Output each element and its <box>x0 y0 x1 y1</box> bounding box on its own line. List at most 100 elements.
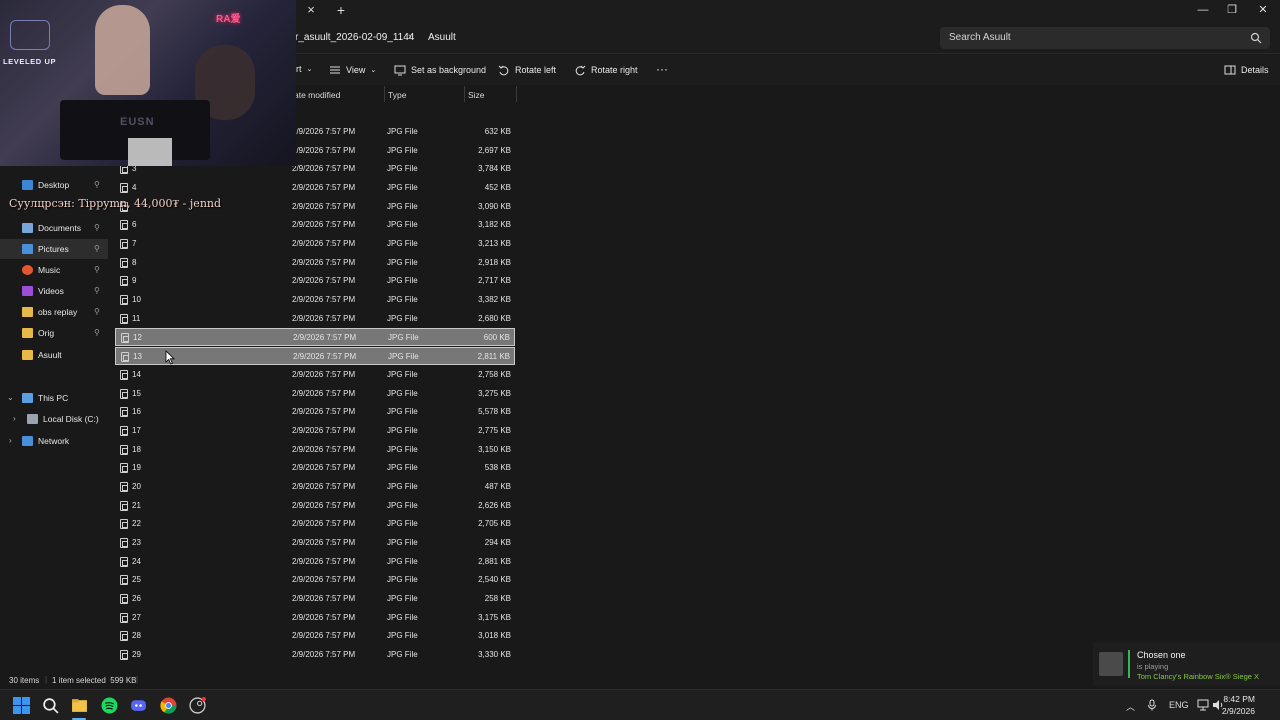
breadcrumb-current[interactable]: Asuult <box>428 32 456 43</box>
nav-item-asuult[interactable]: Asuult <box>0 345 108 365</box>
file-type: JPG File <box>387 127 418 136</box>
network-icon[interactable] <box>1197 699 1209 711</box>
nav-label: obs replay <box>38 307 78 317</box>
image-file-icon <box>120 463 128 474</box>
file-row[interactable]: 21 2/9/2026 7:57 PM JPG File 2,626 KB <box>115 497 515 515</box>
file-row[interactable]: 26 2/9/2026 7:57 PM JPG File 258 KB <box>115 590 515 608</box>
file-row[interactable]: 4 2/9/2026 7:57 PM JPG File 452 KB <box>115 179 515 197</box>
microphone-icon[interactable] <box>1147 699 1157 711</box>
view-icon <box>330 66 340 74</box>
file-row[interactable]: 8 2/9/2026 7:57 PM JPG File 2,918 KB <box>115 254 515 272</box>
rotate-left-button[interactable]: Rotate left <box>498 64 556 76</box>
sort-button[interactable]: rt ⌄ <box>296 64 312 74</box>
rotate-right-label: Rotate right <box>591 65 638 75</box>
file-size: 3,090 KB <box>478 201 511 211</box>
nav-item-documents[interactable]: Documents ⚲ <box>0 218 108 238</box>
column-type[interactable]: Type <box>388 90 406 100</box>
details-pane-icon <box>1224 65 1236 75</box>
nav-item-orig[interactable]: Orig ⚲ <box>0 323 108 343</box>
column-date-modified[interactable]: ate modified <box>294 90 340 100</box>
clock[interactable]: 8:42 PM 2/9/2026 <box>1222 693 1255 717</box>
breadcrumb-chevron-icon[interactable]: › <box>408 31 412 43</box>
nav-item-this-pc[interactable]: ⌄ This PC <box>0 388 108 408</box>
maximize-button[interactable]: ❐ <box>1224 3 1240 17</box>
file-row[interactable]: 24 2/9/2026 7:57 PM JPG File 2,881 KB <box>115 553 515 571</box>
details-button[interactable]: Details <box>1224 64 1269 76</box>
file-row[interactable]: 12 2/9/2026 7:57 PM JPG File 600 KB <box>115 328 515 347</box>
pin-icon: ⚲ <box>94 244 100 253</box>
file-row[interactable]: 6 2/9/2026 7:57 PM JPG File 3,182 KB <box>115 216 515 234</box>
show-hidden-icons-icon[interactable]: ︿ <box>1126 700 1135 713</box>
start-icon[interactable] <box>13 697 30 714</box>
nav-item-desktop[interactable]: Desktop ⚲ <box>0 175 108 195</box>
discord-icon[interactable] <box>130 697 147 714</box>
file-row[interactable]: 15 2/9/2026 7:57 PM JPG File 3,275 KB <box>115 385 515 403</box>
file-name: 29 <box>132 650 141 660</box>
file-size: 487 KB <box>484 481 511 491</box>
nav-item-local-disk[interactable]: › Local Disk (C:) <box>0 409 108 429</box>
breadcrumb-parent[interactable]: r_asuult_2026-02-09_1144 <box>295 32 414 43</box>
more-options-button[interactable]: ··· <box>656 62 668 76</box>
steam-icon[interactable] <box>189 697 206 714</box>
file-date: 2/9/2026 7:57 PM <box>292 481 356 491</box>
file-row[interactable]: 9 2/9/2026 7:57 PM JPG File 2,717 KB <box>115 272 515 290</box>
chevron-right-icon[interactable]: › <box>13 414 16 423</box>
file-row[interactable]: 23 2/9/2026 7:57 PM JPG File 294 KB <box>115 534 515 552</box>
column-size[interactable]: Size <box>468 90 485 100</box>
nav-item-videos[interactable]: Videos ⚲ <box>0 281 108 301</box>
image-file-icon <box>121 352 129 363</box>
image-file-icon <box>120 257 128 268</box>
image-file-icon <box>120 594 128 604</box>
file-row[interactable]: 25 2/9/2026 7:57 PM JPG File 2,540 KB <box>115 571 515 589</box>
search-icon[interactable] <box>42 697 59 714</box>
set-background-button[interactable]: Set as background <box>394 64 486 76</box>
file-date: 2/9/2026 7:57 PM <box>292 463 356 473</box>
file-row[interactable]: 18 2/9/2026 7:57 PM JPG File 3,150 KB <box>115 441 515 459</box>
file-row[interactable]: 10 2/9/2026 7:57 PM JPG File 3,382 KB <box>115 291 515 309</box>
tab-close-button[interactable]: × <box>304 3 318 17</box>
search-icon[interactable] <box>1250 32 1262 44</box>
file-row[interactable]: 19 2/9/2026 7:57 PM JPG File 538 KB <box>115 459 515 477</box>
file-row[interactable]: 13 2/9/2026 7:57 PM JPG File 2,811 KB <box>115 347 515 366</box>
chrome-icon[interactable] <box>160 697 177 714</box>
nav-item-obs-replay[interactable]: obs replay ⚲ <box>0 302 108 322</box>
minimize-button[interactable]: — <box>1195 3 1211 17</box>
file-row[interactable]: 22 2/9/2026 7:57 PM JPG File 2,705 KB <box>115 515 515 533</box>
column-divider[interactable] <box>464 86 465 102</box>
file-date: 2/9/2026 7:57 PM <box>292 295 356 305</box>
file-row[interactable]: 28 2/9/2026 7:57 PM JPG File 3,018 KB <box>115 627 515 645</box>
stream-logo: LEVELED UP <box>3 57 57 66</box>
close-button[interactable]: ✕ <box>1255 3 1271 17</box>
file-row[interactable]: 17 2/9/2026 7:57 PM JPG File 2,775 KB <box>115 422 515 440</box>
file-row[interactable]: 16 2/9/2026 7:57 PM JPG File 5,578 KB <box>115 403 515 421</box>
file-type: JPG File <box>387 201 418 211</box>
steam-notification[interactable]: Chosen one is playing Tom Clancy's Rainb… <box>1093 642 1280 686</box>
file-type: JPG File <box>387 369 418 379</box>
search-input[interactable]: Search Asuult <box>949 32 1011 43</box>
nav-item-music[interactable]: Music ⚲ <box>0 260 108 280</box>
column-divider[interactable] <box>384 86 385 102</box>
input-language[interactable]: ENG <box>1169 700 1189 710</box>
new-tab-button[interactable]: + <box>334 2 348 18</box>
spotify-icon[interactable] <box>101 697 118 714</box>
column-divider[interactable] <box>516 86 517 102</box>
file-row[interactable]: 7 2/9/2026 7:57 PM JPG File 3,213 KB <box>115 235 515 253</box>
rotate-right-button[interactable]: Rotate right <box>574 64 638 76</box>
file-explorer-icon[interactable] <box>71 697 88 714</box>
image-file-icon <box>120 537 128 548</box>
image-file-icon <box>120 575 128 586</box>
nav-item-pictures[interactable]: Pictures ⚲ <box>0 239 108 259</box>
view-button[interactable]: View ⌄ <box>329 64 376 76</box>
chevron-right-icon[interactable]: › <box>9 436 12 445</box>
file-row[interactable]: 29 2/9/2026 7:57 PM JPG File 3,330 KB <box>115 646 515 664</box>
desktop-icon <box>22 180 33 190</box>
nav-item-network[interactable]: › Network <box>0 431 108 451</box>
file-row[interactable]: 20 2/9/2026 7:57 PM JPG File 487 KB <box>115 478 515 496</box>
file-row[interactable]: 14 2/9/2026 7:57 PM JPG File 2,758 KB <box>115 366 515 384</box>
chevron-down-icon[interactable]: ⌄ <box>7 393 14 402</box>
nav-label: Local Disk (C:) <box>43 414 99 424</box>
file-row[interactable]: 11 2/9/2026 7:57 PM JPG File 2,680 KB <box>115 310 515 328</box>
search-box[interactable]: Search Asuult <box>940 27 1270 49</box>
file-row[interactable]: 27 2/9/2026 7:57 PM JPG File 3,175 KB <box>115 609 515 627</box>
file-name: 9 <box>132 276 137 286</box>
